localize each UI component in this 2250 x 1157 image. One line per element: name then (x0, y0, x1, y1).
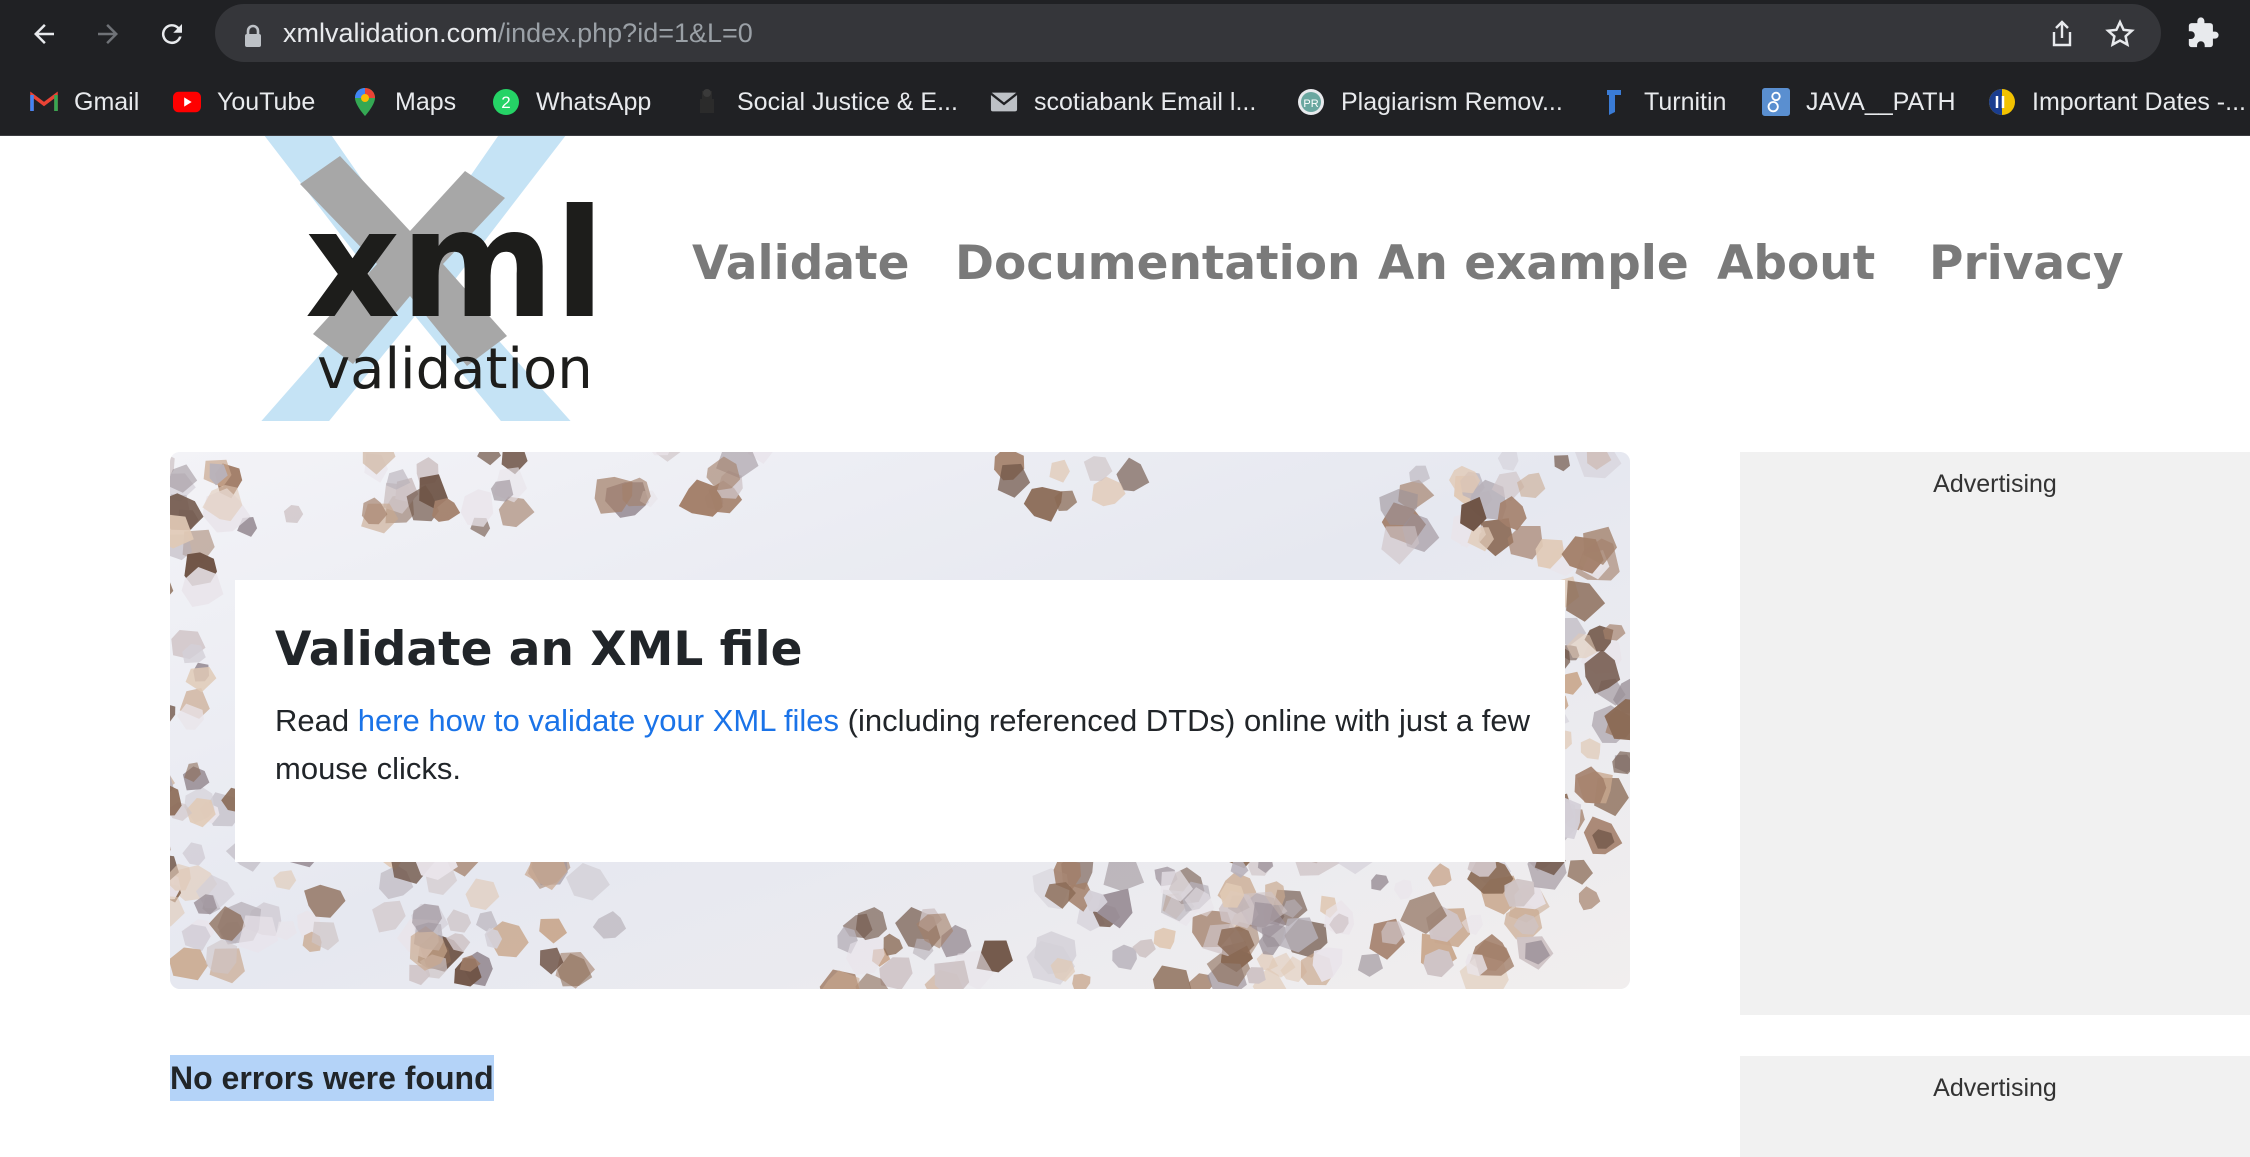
advertising-panel-top[interactable]: Advertising (1740, 452, 2250, 1015)
nav-about[interactable]: About (1717, 236, 1875, 291)
bookmark-label: Important Dates -... (2032, 87, 2246, 116)
bookmark-label: Social Justice & E... (737, 87, 958, 116)
bookmark-gmail[interactable]: Gmail (30, 84, 139, 120)
bookmark-label: Gmail (74, 87, 140, 116)
gmail-icon (30, 88, 58, 116)
bookmark-java-path[interactable]: JAVA__PATH (1762, 84, 1956, 120)
browser-toolbar: xmlvalidation.com/index.php?id=1&L=0 (0, 0, 2250, 68)
bookmark-label: scotiabank Email l... (1034, 87, 1257, 116)
how-to-validate-link[interactable]: here how to validate your XML files (358, 703, 839, 738)
maps-icon (351, 88, 379, 116)
turnitin-icon (1600, 88, 1628, 116)
emblem-icon (693, 88, 721, 116)
hero-banner: Validate an XML file Read here how to va… (170, 452, 1630, 989)
url-path: /index.php?id=1&L=0 (497, 18, 753, 48)
svg-text:2: 2 (501, 93, 510, 112)
url-text[interactable]: xmlvalidation.com/index.php?id=1&L=0 (283, 18, 753, 49)
bookmark-youtube[interactable]: YouTube (173, 84, 315, 120)
bookmark-scotiabank[interactable]: scotiabank Email l... (990, 84, 1256, 120)
share-icon[interactable] (2049, 20, 2075, 52)
plagiarism-icon: PR (1297, 88, 1325, 116)
forward-icon[interactable] (88, 14, 128, 54)
bookmark-whatsapp[interactable]: 2 WhatsApp (492, 84, 651, 120)
bookmark-label: YouTube (217, 87, 316, 116)
youtube-icon (173, 88, 201, 116)
bookmark-plagiarism[interactable]: PR Plagiarism Remov... (1297, 84, 1563, 120)
whatsapp-icon: 2 (492, 88, 520, 116)
svg-text:validation: validation (317, 337, 593, 402)
advertising-label: Advertising (1933, 470, 2057, 498)
bookmark-important-dates[interactable]: Important Dates -... (1988, 84, 2246, 120)
url-host: xmlvalidation.com (283, 18, 498, 48)
mail-icon (990, 88, 1018, 116)
nav-documentation[interactable]: Documentation (955, 236, 1360, 291)
nav-an-example[interactable]: An example (1378, 236, 1689, 291)
bookmark-label: Plagiarism Remov... (1341, 87, 1563, 116)
bookmark-social-justice[interactable]: Social Justice & E... (693, 84, 958, 120)
validation-result: No errors were found (170, 1055, 494, 1101)
reload-icon[interactable] (152, 14, 192, 54)
nav-validate[interactable]: Validate (692, 236, 909, 291)
bookmark-label: Maps (395, 87, 457, 116)
bookmark-maps[interactable]: Maps (351, 84, 456, 120)
hero-card: Validate an XML file Read here how to va… (235, 580, 1565, 862)
lock-icon (243, 24, 263, 52)
advertising-panel-bottom[interactable]: Advertising (1740, 1056, 2250, 1157)
bookmark-label: WhatsApp (536, 87, 652, 116)
advertising-label: Advertising (1933, 1074, 2057, 1102)
site-logo[interactable]: xml validation (205, 126, 605, 426)
mosaic-tile (1246, 967, 1266, 984)
bookmarks-bar: Gmail YouTube Maps 2 WhatsApp Social Jus… (0, 68, 2250, 136)
hero-text: Read here how to validate your XML files… (275, 697, 1545, 793)
bookmark-turnitin[interactable]: Turnitin (1600, 84, 1726, 120)
svg-text:xml: xml (305, 178, 605, 352)
svg-text:PR: PR (1303, 98, 1318, 110)
bookmark-label: JAVA__PATH (1806, 87, 1956, 116)
extensions-puzzle-icon[interactable] (2186, 16, 2220, 54)
nav-privacy[interactable]: Privacy (1929, 236, 2124, 291)
mosaic-tile (934, 960, 970, 989)
address-bar[interactable]: xmlvalidation.com/index.php?id=1&L=0 (215, 4, 2161, 62)
hero-title: Validate an XML file (275, 622, 803, 677)
bookmark-star-icon[interactable] (2105, 19, 2135, 53)
bookmark-label: Turnitin (1644, 87, 1727, 116)
back-icon[interactable] (24, 14, 64, 54)
dates-icon (1988, 88, 2016, 116)
hero-text-before: Read (275, 703, 358, 738)
java-path-icon (1762, 88, 1790, 116)
